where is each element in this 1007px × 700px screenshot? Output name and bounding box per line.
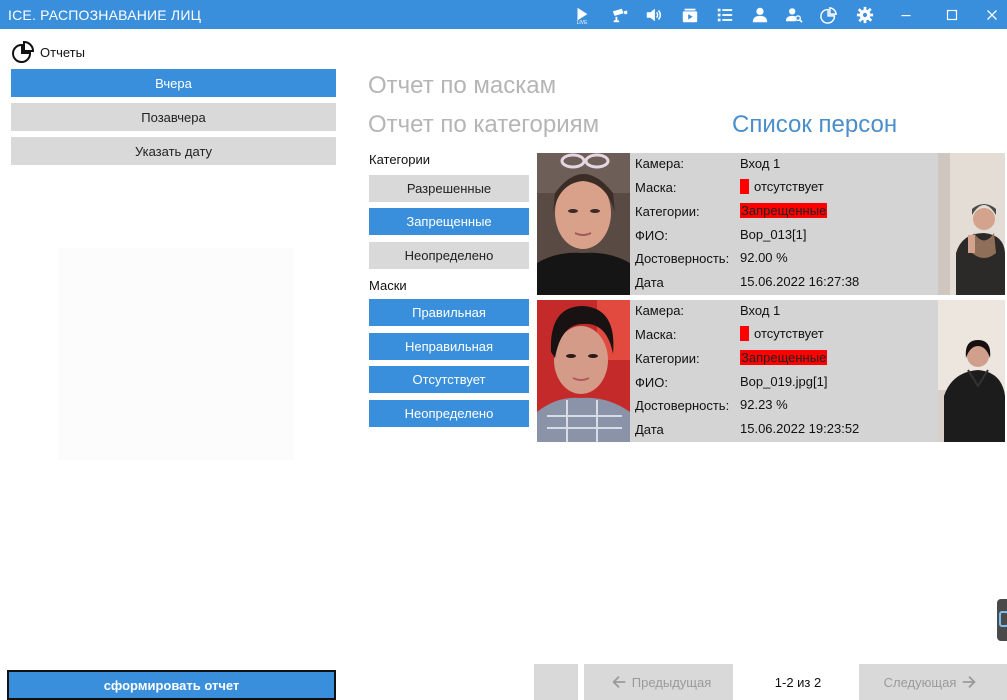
mask-status-indicator — [740, 326, 749, 341]
categories-label: Категории — [369, 152, 430, 167]
name-value: Bop_013[1] — [740, 227, 807, 242]
pager-next-label: Следующая — [883, 674, 957, 690]
speaker-icon[interactable] — [641, 3, 667, 26]
period-pick-date-button[interactable]: Указать дату — [11, 137, 336, 165]
app-title: ICE. РАСПОЗНАВАНИЕ ЛИЦ — [8, 7, 202, 23]
field-label-confidence: Достоверность: — [635, 251, 730, 266]
side-toggle-handle[interactable] — [997, 599, 1007, 641]
mask-undefined-button[interactable]: Неопределено — [369, 400, 529, 427]
field-label-camera: Камера: — [635, 303, 685, 318]
gear-icon[interactable] — [852, 3, 878, 26]
person-card[interactable]: Камера: Вход 1 Маска: отсутствует Катего… — [537, 300, 1005, 442]
nav-persons-list[interactable]: Список персон — [732, 111, 897, 139]
generate-report-button[interactable]: сформировать отчет — [7, 670, 336, 700]
play-live-icon[interactable]: LIVE — [569, 3, 595, 26]
mask-incorrect-button[interactable]: Неправильная — [369, 333, 529, 360]
category-undefined-button[interactable]: Неопределено — [369, 242, 529, 269]
category-value: Запрещенные — [740, 203, 828, 218]
category-forbidden-button[interactable]: Запрещенные — [369, 208, 529, 235]
pager-prev-label: Предыдущая — [631, 674, 712, 690]
reports-chart-icon — [12, 40, 35, 63]
confidence-value: 92.23 % — [740, 397, 788, 412]
mask-value: отсутствует — [740, 179, 824, 194]
arrow-left-icon — [612, 675, 626, 689]
full-frame-image — [938, 153, 1005, 295]
person-card[interactable]: Камера: Вход 1 Маска: отсутствует Катего… — [537, 153, 1005, 295]
name-value: Bop_019.jpg[1] — [740, 374, 828, 389]
mask-value: отсутствует — [740, 326, 824, 341]
pager-next-button[interactable]: Следующая — [859, 664, 1007, 700]
mask-status-text: отсутствует — [754, 326, 824, 341]
date-value: 15.06.2022 16:27:38 — [740, 274, 860, 289]
category-badge: Запрещенные — [740, 350, 828, 365]
face-crop-image — [537, 300, 630, 442]
field-label-category: Категории: — [635, 204, 700, 219]
period-yesterday-button[interactable]: Вчера — [11, 69, 336, 97]
field-label-camera: Камера: — [635, 156, 685, 171]
masks-label: Маски — [369, 278, 407, 293]
person-icon[interactable] — [747, 3, 773, 26]
nav-masks-report[interactable]: Отчет по маскам — [368, 72, 556, 100]
full-frame-image — [938, 300, 1005, 442]
live-label: LIVE — [576, 20, 588, 26]
field-label-name: ФИО: — [635, 228, 668, 243]
nav-categories-report[interactable]: Отчет по категориям — [368, 111, 599, 139]
category-value: Запрещенные — [740, 350, 828, 365]
field-label-name: ФИО: — [635, 375, 668, 390]
field-label-mask: Маска: — [635, 180, 677, 195]
confidence-value: 92.00 % — [740, 250, 788, 265]
face-crop-image — [537, 153, 630, 295]
pager-prev-button[interactable]: Предыдущая — [584, 664, 733, 700]
camera-value: Вход 1 — [740, 156, 781, 171]
field-label-confidence: Достоверность: — [635, 398, 730, 413]
person-search-icon[interactable] — [781, 3, 807, 26]
field-label-date: Дата — [635, 275, 664, 290]
category-allowed-button[interactable]: Разрешенные — [369, 175, 529, 202]
title-bar: ICE. РАСПОЗНАВАНИЕ ЛИЦ LIVE — [0, 0, 1007, 29]
mask-absent-button[interactable]: Отсутствует — [369, 366, 529, 393]
field-label-category: Категории: — [635, 351, 700, 366]
side-toggle-icon — [999, 611, 1007, 627]
maximize-icon[interactable] — [939, 3, 965, 26]
camera-value: Вход 1 — [740, 303, 781, 318]
field-label-mask: Маска: — [635, 327, 677, 342]
category-badge: Запрещенные — [740, 203, 828, 218]
camera-icon[interactable] — [607, 3, 633, 26]
field-label-date: Дата — [635, 422, 664, 437]
list-icon[interactable] — [712, 3, 738, 26]
period-day-before-button[interactable]: Позавчера — [11, 103, 336, 131]
mask-correct-button[interactable]: Правильная — [369, 299, 529, 326]
arrow-right-icon — [963, 675, 977, 689]
reports-title: Отчеты — [40, 44, 85, 60]
date-value: 15.06.2022 19:23:52 — [740, 421, 860, 436]
mask-status-indicator — [740, 179, 749, 194]
pager-status: 1-2 из 2 — [774, 674, 822, 690]
pager-first-button[interactable] — [534, 664, 578, 700]
minimize-icon[interactable] — [893, 3, 919, 26]
mask-status-text: отсутствует — [754, 179, 824, 194]
close-icon[interactable] — [979, 3, 1005, 26]
reports-header: Отчеты — [11, 40, 85, 64]
archive-icon[interactable] — [677, 3, 703, 26]
chart-icon[interactable] — [816, 3, 842, 26]
sidebar-empty-panel — [58, 248, 294, 460]
